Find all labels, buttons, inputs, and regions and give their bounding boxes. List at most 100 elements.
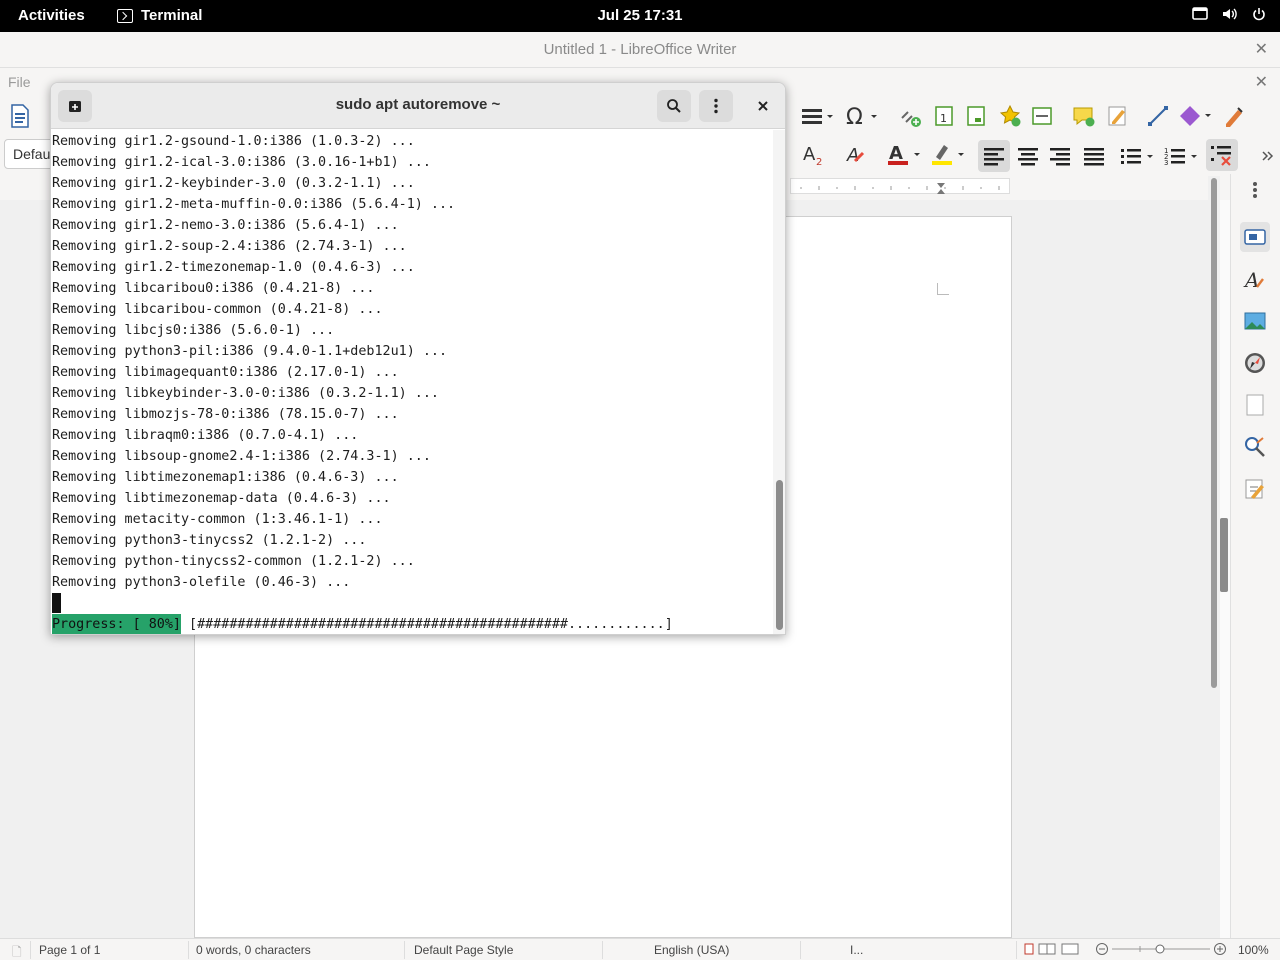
ordered-list-icon[interactable]: 123 [1162, 142, 1202, 170]
justify-icon[interactable] [1080, 142, 1108, 170]
output-line: Removing libcaribou-common (0.4.21-8) ..… [52, 302, 383, 317]
sidebar-grip[interactable] [1220, 518, 1228, 592]
kebab-menu-icon [714, 98, 718, 114]
subscript-icon[interactable]: A2 [800, 140, 828, 168]
properties-icon[interactable] [1240, 222, 1270, 252]
output-line: Removing libtimezonemap-data (0.4.6-3) .… [52, 491, 391, 506]
terminal-scrollbar[interactable] [773, 130, 785, 634]
writer-window-title: Untitled 1 - LibreOffice Writer [543, 41, 737, 58]
align-left-icon[interactable] [978, 140, 1010, 172]
output-line: Removing gir1.2-ical-3.0:i386 (3.0.16-1+… [52, 155, 431, 170]
output-line: Removing gir1.2-meta-muffin-0.0:i386 (5.… [52, 197, 456, 212]
progress-line: Progress: [ 80%] [######################… [52, 614, 673, 634]
page-icon[interactable] [1240, 390, 1270, 420]
close-button[interactable] [746, 90, 780, 122]
writer-close-icon[interactable]: ✕ [1255, 32, 1268, 68]
activities-button[interactable]: Activities [18, 7, 85, 24]
basic-shapes-icon[interactable] [1176, 102, 1216, 130]
output-line: Removing gir1.2-soup-2.4:i386 (2.74.3-1)… [52, 239, 407, 254]
output-line: Removing gir1.2-nemo-3.0:i386 (5.6.4-1) … [52, 218, 399, 233]
output-line: Removing libtimezonemap1:i386 (0.4.6-3) … [52, 470, 399, 485]
hyperlink-icon[interactable] [896, 102, 924, 130]
horizontal-ruler[interactable] [790, 178, 1010, 194]
clock[interactable]: Jul 25 17:31 [597, 7, 682, 24]
page-count[interactable]: Page 1 of 1 [39, 943, 100, 957]
terminal-icon [117, 8, 133, 23]
volume-icon[interactable] [1222, 7, 1238, 21]
styles-icon[interactable]: A [1240, 264, 1270, 294]
font-color-icon[interactable]: A [884, 140, 924, 168]
svg-text:3: 3 [1164, 159, 1168, 166]
word-count[interactable]: 0 words, 0 characters [196, 943, 311, 957]
comment-icon[interactable] [1070, 102, 1098, 130]
highlight-color-icon[interactable] [928, 140, 968, 168]
endnote-icon[interactable] [962, 102, 990, 130]
page-style[interactable]: Default Page Style [414, 943, 513, 957]
output-line: Removing libraqm0:i386 (0.7.0-4.1) ... [52, 428, 359, 443]
terminal-headerbar: sudo apt autoremove ~ [51, 83, 785, 129]
view-layout-icons[interactable] [1024, 942, 1080, 959]
output-line: Removing libkeybinder-3.0-0:i386 (0.3.2-… [52, 386, 439, 401]
app-menu[interactable]: Terminal [117, 7, 202, 24]
more-options-icon[interactable] [1258, 142, 1278, 170]
svg-text:A: A [889, 143, 903, 164]
svg-text:1: 1 [940, 112, 947, 125]
system-tray[interactable] [1192, 7, 1266, 21]
output-line: Removing libimagequant0:i386 (2.17.0-1) … [52, 365, 399, 380]
style-inspector-icon[interactable] [1240, 432, 1270, 462]
terminal-window: sudo apt autoremove ~ Removing gir1.2-gs… [50, 82, 786, 635]
writer-titlebar: Untitled 1 - LibreOffice Writer ✕ [0, 32, 1280, 68]
special-character-icon[interactable]: Ω [842, 102, 882, 130]
footnote-icon[interactable]: 1 [930, 102, 958, 130]
save-status-icon[interactable]: 🗋 [12, 943, 22, 960]
output-line: Removing gir1.2-gsound-1.0:i386 (1.0.3-2… [52, 134, 415, 149]
writer-sidebar: A [1230, 174, 1280, 938]
power-icon[interactable] [1252, 7, 1266, 21]
zoom-level[interactable]: 100% [1238, 943, 1269, 957]
sidebar-menu-icon[interactable] [1240, 180, 1270, 200]
output-line: Removing libcjs0:i386 (5.6.0-1) ... [52, 323, 335, 338]
output-line: Removing python3-pil:i386 (9.4.0-1.1+deb… [52, 344, 448, 359]
output-line: Removing gir1.2-keybinder-3.0 (0.3.2-1.1… [52, 176, 415, 191]
close-icon [758, 101, 768, 111]
writer-statusbar: 🗋 Page 1 of 1 0 words, 0 characters Defa… [0, 938, 1280, 960]
document-close-icon[interactable]: ✕ [1255, 72, 1268, 92]
new-document-icon[interactable] [6, 102, 34, 130]
clear-formatting-icon[interactable]: A [842, 140, 870, 168]
new-tab-icon [69, 101, 81, 112]
menu-file[interactable]: File [8, 74, 31, 90]
output-line: Removing gir1.2-timezonemap-1.0 (0.4.6-3… [52, 260, 415, 275]
unordered-list-icon[interactable] [1118, 142, 1158, 170]
align-right-icon[interactable] [1046, 142, 1074, 170]
terminal-output[interactable]: Removing gir1.2-gsound-1.0:i386 (1.0.3-2… [51, 130, 773, 634]
language[interactable]: English (USA) [654, 943, 729, 957]
svg-text:A: A [1243, 268, 1259, 291]
gallery-icon[interactable] [1240, 306, 1270, 336]
navigator-icon[interactable] [1240, 348, 1270, 378]
search-button[interactable] [657, 90, 691, 122]
zoom-slider[interactable] [1094, 942, 1228, 959]
terminal-scrollbar-thumb[interactable] [776, 480, 783, 630]
document-scrollbar[interactable] [1208, 176, 1220, 938]
document-scrollbar-thumb[interactable] [1211, 178, 1217, 688]
svg-text:2: 2 [816, 157, 822, 167]
bookmark-icon[interactable] [996, 102, 1024, 130]
insert-mode[interactable]: I... [850, 943, 863, 957]
track-changes-icon[interactable] [1104, 102, 1132, 130]
new-tab-button[interactable] [58, 90, 92, 122]
text-boundary-corner [937, 283, 949, 295]
insert-line-icon[interactable] [1144, 102, 1172, 130]
outline-list-icon[interactable] [1206, 139, 1238, 171]
terminal-cursor [52, 593, 61, 613]
cross-reference-icon[interactable] [1028, 102, 1056, 130]
output-line: Removing libmozjs-78-0:i386 (78.15.0-7) … [52, 407, 399, 422]
screen-icon[interactable] [1192, 7, 1208, 21]
draw-functions-icon[interactable] [1220, 102, 1248, 130]
search-icon [667, 99, 681, 113]
insert-table-icon[interactable] [798, 102, 838, 130]
progress-bar: [#######################################… [181, 617, 673, 632]
align-center-icon[interactable] [1014, 142, 1042, 170]
manage-changes-icon[interactable] [1240, 474, 1270, 504]
menu-button[interactable] [699, 90, 733, 122]
output-line: Removing python3-olefile (0.46-3) ... [52, 575, 351, 590]
